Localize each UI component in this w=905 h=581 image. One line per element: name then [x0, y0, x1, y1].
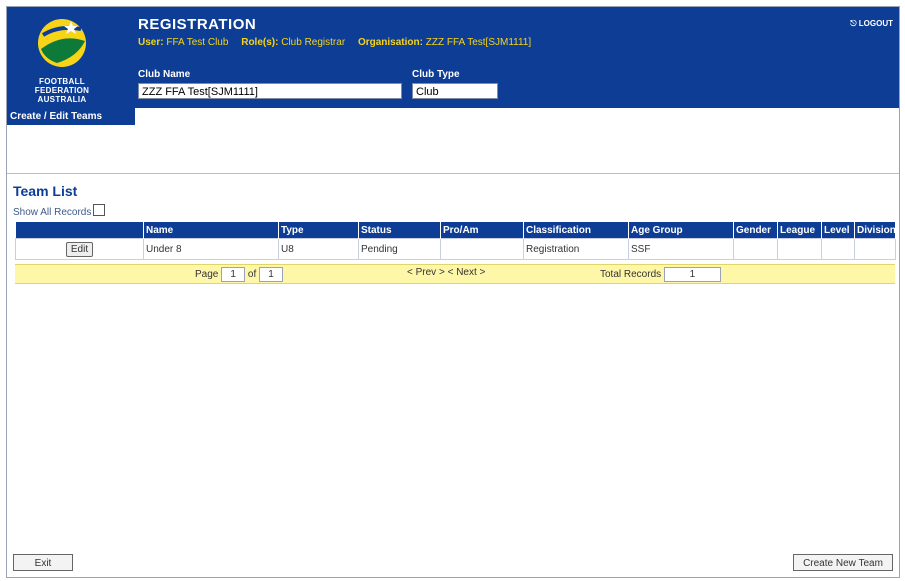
org-label: Organisation:: [357, 37, 423, 48]
page-title: REGISTRATION: [138, 16, 257, 33]
col-level[interactable]: Level: [821, 222, 855, 239]
logout-label: LOGOUT: [858, 19, 893, 28]
cell-proam: [440, 238, 524, 260]
ffa-logo: FOOTBALL FEDERATION AUSTRALIA: [19, 13, 105, 105]
app-frame: FOOTBALL FEDERATION AUSTRALIA REGISTRATI…: [6, 6, 900, 578]
logo-line3: AUSTRALIA: [37, 95, 87, 104]
edit-button[interactable]: Edit: [65, 241, 94, 257]
col-action: [15, 222, 144, 239]
user-label: User:: [138, 37, 164, 48]
logo-line1: FOOTBALL: [39, 77, 85, 86]
col-division[interactable]: Division: [854, 222, 896, 239]
col-age-group[interactable]: Age Group: [628, 222, 734, 239]
create-new-team-button[interactable]: Create New Team: [793, 554, 893, 571]
ffa-logo-mark: [38, 19, 86, 67]
cell-level: [821, 238, 855, 260]
col-league[interactable]: League: [777, 222, 822, 239]
page-label: Page: [195, 269, 219, 280]
logout-icon: ⎋: [850, 19, 857, 28]
team-table: Name Type Status Pro/Am Classification A…: [15, 222, 896, 260]
col-type[interactable]: Type: [278, 222, 359, 239]
prev-next-links[interactable]: < Prev > < Next >: [407, 267, 485, 278]
role-value: Club Registrar: [281, 37, 346, 48]
cell-name: Under 8: [143, 238, 279, 260]
cell-gender: [733, 238, 778, 260]
of-label: of: [247, 269, 257, 280]
col-proam[interactable]: Pro/Am: [440, 222, 524, 239]
club-name-label: Club Name: [138, 69, 191, 80]
logo-line2: FEDERATION: [34, 86, 90, 95]
col-classification[interactable]: Classification: [523, 222, 629, 239]
col-gender[interactable]: Gender: [733, 222, 778, 239]
user-value: FFA Test Club: [166, 37, 229, 48]
cell-division: [854, 238, 896, 260]
show-all-checkbox[interactable]: [93, 204, 106, 216]
divider: [7, 173, 899, 174]
table-header-row: Name Type Status Pro/Am Classification A…: [15, 222, 896, 239]
cell-type: U8: [278, 238, 359, 260]
cell-action: Edit: [15, 238, 144, 260]
table-row: Edit Under 8 U8 Pending Registration SSF: [15, 238, 896, 260]
role-label: Role(s):: [241, 37, 279, 48]
col-status[interactable]: Status: [358, 222, 441, 239]
header: FOOTBALL FEDERATION AUSTRALIA REGISTRATI…: [7, 7, 899, 108]
club-type-field[interactable]: Club: [412, 83, 498, 99]
total-records-value: 1: [663, 267, 721, 282]
page-count: 1: [259, 267, 284, 282]
tab-create-edit-teams[interactable]: Create / Edit Teams: [7, 108, 135, 125]
cell-age-group: SSF: [628, 238, 734, 260]
cell-status: Pending: [358, 238, 441, 260]
page-indicator: Page 1 of 1: [195, 267, 284, 282]
context-line: User: FFA Test Club Role(s): Club Regist…: [138, 37, 541, 48]
total-records-label: Total Records: [600, 269, 662, 280]
tab-bar: Create / Edit Teams: [7, 108, 899, 125]
show-all-label: Show All Records: [13, 207, 92, 218]
total-records: Total Records 1: [600, 267, 721, 282]
logo-text: FOOTBALL FEDERATION AUSTRALIA: [19, 77, 105, 104]
org-value: ZZZ FFA Test[SJM1111]: [425, 37, 532, 48]
show-all-records: Show All Records: [13, 204, 106, 218]
exit-button[interactable]: Exit: [13, 554, 73, 571]
team-list-title: Team List: [13, 183, 78, 199]
page-input[interactable]: 1: [221, 267, 246, 282]
club-name-field[interactable]: ZZZ FFA Test[SJM1111]: [138, 83, 402, 99]
logout-link[interactable]: ⎋ LOGOUT: [850, 19, 893, 29]
col-name[interactable]: Name: [143, 222, 279, 239]
pager-bar: Page 1 of 1 < Prev > < Next > Total Reco…: [15, 264, 895, 284]
club-type-label: Club Type: [412, 69, 460, 80]
cell-league: [777, 238, 822, 260]
cell-classification: Registration: [523, 238, 629, 260]
